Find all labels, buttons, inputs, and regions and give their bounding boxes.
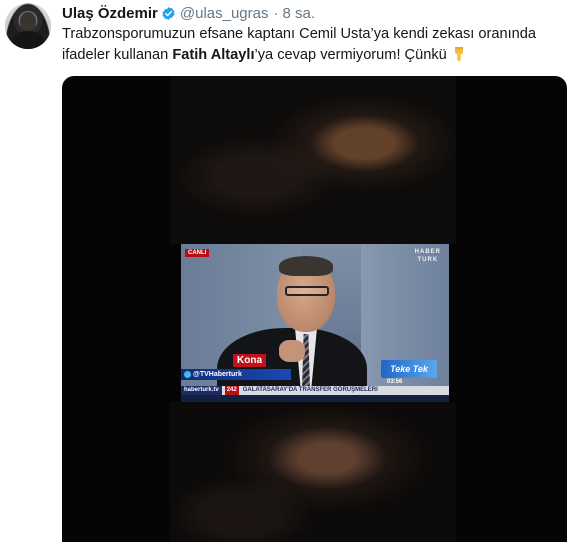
ticker-url: haberturk.tv	[181, 386, 222, 395]
show-name-logo: Teke Tek	[381, 360, 437, 378]
avatar-body	[11, 31, 45, 49]
mentioned-name: Fatih Altaylı	[172, 47, 255, 63]
news-ticker: haberturk.tv 242 GALATASARAY'DA TRANSFER G…	[181, 386, 449, 395]
tweet-text: Trabzonsporumuzun efsane kaptanı Cemil U…	[62, 24, 578, 66]
author-name[interactable]: Ulaş Özdemir	[62, 5, 158, 22]
tweet: Ulaş Özdemir @ulas_ugras · 8 sa. Trabzon…	[0, 0, 580, 542]
channel-logo-line2: TURK	[417, 257, 439, 263]
header-separator: ·	[273, 4, 279, 22]
presenter-glasses	[285, 286, 329, 296]
presenter-hair	[279, 256, 333, 276]
live-badge: CANLI	[185, 249, 210, 257]
video-frame[interactable]: CANLI HABER TURK Kona @TVHaberturk Teke …	[181, 244, 449, 402]
blurred-background-top	[170, 76, 456, 244]
channel-logo-line1: HABER	[414, 249, 441, 255]
presenter-hand	[279, 340, 305, 362]
backhand-index-pointing-down-icon	[452, 46, 466, 62]
lower-third-title: Kona	[233, 354, 266, 367]
tweet-text-part2: ’ya cevap vermiyorum! Çünkü	[254, 47, 447, 63]
broadcast-clock: 03:56	[387, 379, 403, 385]
verified-badge-icon	[161, 6, 176, 21]
video-player[interactable]: CANLI HABER TURK Kona @TVHaberturk Teke …	[62, 76, 567, 542]
blurred-background-bottom	[170, 402, 456, 542]
channel-logo: HABER TURK	[415, 248, 441, 264]
twitter-handle-bar: @TVHaberturk	[181, 369, 291, 380]
author-handle[interactable]: @ulas_ugras	[180, 5, 269, 22]
ticker-number: 242	[224, 386, 239, 395]
tweet-timestamp[interactable]: 8 sa.	[282, 5, 315, 22]
ticker-bottom-strip	[181, 395, 449, 402]
ticker-text: GALATASARAY'DA TRANSFER GÖRÜŞMELERİ	[242, 387, 378, 393]
studio-background-right	[361, 244, 449, 402]
avatar[interactable]	[5, 3, 51, 49]
avatar-head	[20, 12, 36, 31]
tweet-header: Ulaş Özdemir @ulas_ugras · 8 sa.	[62, 3, 315, 23]
